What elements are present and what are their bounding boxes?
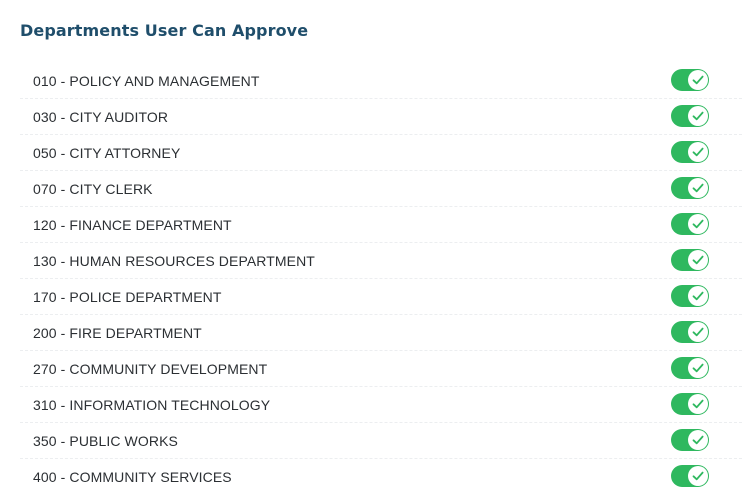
- check-icon: [692, 219, 704, 229]
- department-label: 170 - POLICE DEPARTMENT: [33, 288, 222, 305]
- check-icon: [692, 291, 704, 301]
- department-row: 010 - POLICY AND MANAGEMENT: [20, 63, 742, 99]
- approve-toggle[interactable]: [671, 141, 709, 163]
- department-label: 030 - CITY AUDITOR: [33, 108, 169, 125]
- department-row: 030 - CITY AUDITOR: [20, 99, 742, 135]
- check-icon: [692, 327, 704, 337]
- department-label: 400 - COMMUNITY SERVICES: [33, 468, 232, 485]
- approve-toggle[interactable]: [671, 249, 709, 271]
- department-row: 400 - COMMUNITY SERVICES: [20, 459, 742, 494]
- department-label: 010 - POLICY AND MANAGEMENT: [33, 72, 260, 89]
- department-row: 120 - FINANCE DEPARTMENT: [20, 207, 742, 243]
- toggle-knob: [688, 466, 708, 486]
- check-icon: [692, 255, 704, 265]
- department-label: 120 - FINANCE DEPARTMENT: [33, 216, 232, 233]
- check-icon: [692, 435, 704, 445]
- toggle-knob: [688, 358, 708, 378]
- approve-toggle[interactable]: [671, 465, 709, 487]
- approve-toggle[interactable]: [671, 357, 709, 379]
- department-list: 010 - POLICY AND MANAGEMENT 030 - CITY A…: [20, 63, 742, 494]
- approve-toggle[interactable]: [671, 105, 709, 127]
- toggle-knob: [688, 430, 708, 450]
- department-row: 350 - PUBLIC WORKS: [20, 423, 742, 459]
- approve-toggle[interactable]: [671, 429, 709, 451]
- toggle-knob: [688, 322, 708, 342]
- departments-panel: Departments User Can Approve 010 - POLIC…: [0, 0, 742, 502]
- toggle-knob: [688, 106, 708, 126]
- department-label: 130 - HUMAN RESOURCES DEPARTMENT: [33, 252, 315, 269]
- toggle-knob: [688, 214, 708, 234]
- panel-title: Departments User Can Approve: [20, 21, 309, 40]
- approve-toggle[interactable]: [671, 213, 709, 235]
- department-row: 310 - INFORMATION TECHNOLOGY: [20, 387, 742, 423]
- department-label: 070 - CITY CLERK: [33, 180, 153, 197]
- department-row: 070 - CITY CLERK: [20, 171, 742, 207]
- toggle-knob: [688, 394, 708, 414]
- check-icon: [692, 183, 704, 193]
- department-label: 050 - CITY ATTORNEY: [33, 144, 181, 161]
- check-icon: [692, 471, 704, 481]
- department-label: 350 - PUBLIC WORKS: [33, 432, 178, 449]
- department-row: 200 - FIRE DEPARTMENT: [20, 315, 742, 351]
- department-row: 170 - POLICE DEPARTMENT: [20, 279, 742, 315]
- toggle-knob: [688, 178, 708, 198]
- approve-toggle[interactable]: [671, 177, 709, 199]
- department-row: 270 - COMMUNITY DEVELOPMENT: [20, 351, 742, 387]
- toggle-knob: [688, 70, 708, 90]
- approve-toggle[interactable]: [671, 393, 709, 415]
- department-label: 310 - INFORMATION TECHNOLOGY: [33, 396, 271, 413]
- toggle-knob: [688, 250, 708, 270]
- department-row: 050 - CITY ATTORNEY: [20, 135, 742, 171]
- check-icon: [692, 399, 704, 409]
- check-icon: [692, 75, 704, 85]
- toggle-knob: [688, 142, 708, 162]
- check-icon: [692, 147, 704, 157]
- department-label: 200 - FIRE DEPARTMENT: [33, 324, 202, 341]
- approve-toggle[interactable]: [671, 321, 709, 343]
- approve-toggle[interactable]: [671, 285, 709, 307]
- approve-toggle[interactable]: [671, 69, 709, 91]
- department-label: 270 - COMMUNITY DEVELOPMENT: [33, 360, 268, 377]
- check-icon: [692, 363, 704, 373]
- department-row: 130 - HUMAN RESOURCES DEPARTMENT: [20, 243, 742, 279]
- check-icon: [692, 111, 704, 121]
- toggle-knob: [688, 286, 708, 306]
